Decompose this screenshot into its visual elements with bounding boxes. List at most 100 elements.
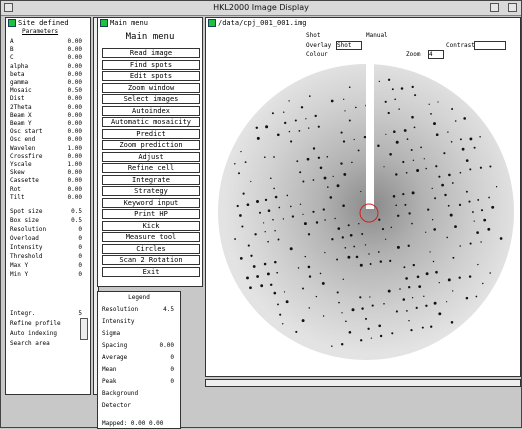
diffraction-spot <box>317 125 320 128</box>
menu-button-zoom-window[interactable]: Zoom window <box>102 82 200 93</box>
diffraction-spot <box>364 317 368 320</box>
diffraction-spot <box>475 295 478 298</box>
param-row: Search area <box>10 340 82 348</box>
diffraction-spot <box>273 187 275 190</box>
menu-button-keyword-input[interactable]: Keyword input <box>102 197 200 208</box>
diffraction-spot <box>308 275 312 278</box>
menu-button-zoom-prediction[interactable]: Zoom prediction <box>102 140 200 150</box>
diffraction-spot <box>305 118 307 120</box>
diffraction-spot <box>273 156 275 158</box>
param-value: 0.50 <box>67 87 82 95</box>
menu-button-refine-cell[interactable]: Refine cell <box>102 163 200 173</box>
diffraction-image-area[interactable] <box>206 62 520 377</box>
diffraction-spot <box>406 310 408 312</box>
param-label: Resolution <box>10 226 47 233</box>
diffraction-spot <box>383 166 385 168</box>
param-label: Average <box>102 354 128 361</box>
diffraction-spot <box>465 296 469 300</box>
diffraction-spot <box>384 100 387 103</box>
param-value: 0.00 <box>67 136 82 144</box>
menu-button-read-image[interactable]: Read image <box>102 48 200 58</box>
diffraction-spot <box>354 106 357 109</box>
menu-button-select-images[interactable]: Select images <box>102 94 200 104</box>
diffraction-spot <box>435 133 439 137</box>
menu-button-circles[interactable]: Circles <box>102 243 200 254</box>
param-label: Max Y <box>10 262 29 269</box>
param-label: Spacing <box>102 342 128 349</box>
param-label: 2Theta <box>10 103 32 111</box>
menu-button-adjust[interactable]: Adjust <box>102 151 200 162</box>
menu-button-find-spots[interactable]: Find spots <box>102 59 200 70</box>
diffraction-spot <box>473 220 475 222</box>
diffraction-spot <box>276 271 279 274</box>
diffraction-spot <box>343 172 347 176</box>
param-row: Peak 0 <box>102 378 174 386</box>
menu-button-print-hp[interactable]: Print HP <box>102 209 200 219</box>
diffraction-spot <box>267 209 271 212</box>
param-row: Min Y 0 <box>10 271 82 279</box>
param-value: 0.00 <box>159 342 174 349</box>
diffraction-spot <box>271 112 274 115</box>
menu-button-automatic-mosaicity[interactable]: Automatic mosaicity <box>102 117 200 127</box>
diffraction-spot <box>250 180 252 183</box>
zoom-field[interactable]: 4 <box>428 50 444 59</box>
diffraction-spot <box>428 103 430 105</box>
diffraction-spot <box>363 135 367 139</box>
diffraction-spot <box>443 152 446 155</box>
diffraction-spot <box>302 287 304 290</box>
menu-button-measure-tool[interactable]: Measure tool <box>102 232 200 242</box>
param-label: Overload <box>10 235 39 242</box>
diffraction-spot <box>353 138 355 141</box>
diffraction-spot <box>425 272 429 276</box>
diffraction-spot <box>338 301 340 304</box>
diffraction-spot <box>451 182 454 184</box>
parameter-scrollbar[interactable] <box>80 318 88 340</box>
diffraction-spot <box>408 319 410 322</box>
menu-button-autoindex[interactable]: Autoindex <box>102 105 200 116</box>
param-value: 0.00 <box>67 193 82 201</box>
menu-button-strategy[interactable]: Strategy <box>102 186 200 196</box>
diffraction-spot <box>246 203 250 207</box>
diffraction-spot <box>347 224 350 227</box>
menu-button-exit[interactable]: Exit <box>102 266 200 277</box>
minimize-button[interactable] <box>490 3 499 12</box>
diffraction-spot <box>395 310 398 313</box>
diffraction-spot <box>284 121 287 125</box>
diffraction-spot <box>477 263 479 266</box>
diffraction-spot <box>307 233 311 236</box>
diffraction-spot <box>274 230 276 232</box>
menu-button-predict[interactable]: Predict <box>102 128 200 139</box>
diffraction-spot <box>447 278 451 282</box>
menu-button-integrate[interactable]: Integrate <box>102 174 200 185</box>
diffraction-spot <box>489 165 492 168</box>
menu-button-scan-2-rotation[interactable]: Scan 2 Rotation <box>102 255 200 265</box>
diffraction-image[interactable] <box>206 62 520 377</box>
overlay-field[interactable]: Shot <box>336 41 362 50</box>
diffraction-spot <box>240 150 242 153</box>
diffraction-spot <box>345 320 347 323</box>
diffraction-spot <box>411 115 414 119</box>
diffraction-spot <box>273 291 277 295</box>
diffraction-spot <box>402 193 405 196</box>
param-row: gamma 0.00 <box>10 79 82 87</box>
diffraction-spot <box>404 203 407 206</box>
diffraction-spot <box>304 255 307 258</box>
param-value: 0 <box>170 354 174 361</box>
diffraction-spot <box>277 303 279 306</box>
diffraction-spot <box>250 254 253 257</box>
param-row: Dist 0.00 <box>10 95 82 103</box>
menu-button-edit-spots[interactable]: Edit spots <box>102 71 200 81</box>
param-row: Sigma <box>102 330 174 338</box>
param-label: Refine profile <box>10 320 61 327</box>
diffraction-spot <box>433 228 436 231</box>
image-scroll-h[interactable] <box>205 379 521 387</box>
diffraction-spot <box>415 306 418 309</box>
diffraction-spot <box>274 195 278 199</box>
maximize-button[interactable] <box>508 3 517 12</box>
param-label: Crossfire <box>10 152 43 160</box>
param-value: 0.00 <box>67 111 82 119</box>
diffraction-spot <box>425 304 428 307</box>
menu-button-kick[interactable]: Kick <box>102 220 200 231</box>
contrast-slider[interactable] <box>474 41 506 50</box>
param-label: Intensity <box>10 244 43 251</box>
